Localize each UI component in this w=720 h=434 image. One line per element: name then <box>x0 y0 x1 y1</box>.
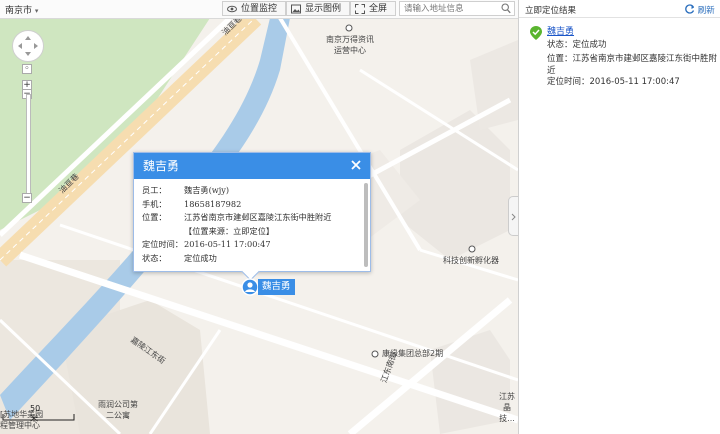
result-time: 定位时间：2016-05-11 17:00:47 <box>547 77 680 87</box>
refresh-button[interactable]: 刷新 <box>685 4 715 16</box>
result-panel: 立即定位结果 刷新 魏吉勇 状态：定位成功 位置：江苏省南京市建邺区嘉陵江东街中… <box>518 0 720 434</box>
popup-scrollbar[interactable] <box>364 183 368 267</box>
result-name-link[interactable]: 魏吉勇 <box>547 24 574 37</box>
close-icon[interactable] <box>350 159 362 171</box>
fullscreen-button[interactable]: 全屏 <box>350 1 396 16</box>
map-canvas[interactable]: 油亘巷 油亘巷 嘉陵江东街 江东南街 南京万得资讯运营中心 科技创新孵化器 康缘… <box>0 0 518 434</box>
fullscreen-icon <box>355 4 365 14</box>
panel-divider <box>519 17 720 18</box>
popup-row-time: 定位时间： 2016-05-11 17:00:47 <box>142 239 271 250</box>
info-popup: 魏吉勇 员工： 魏吉勇(wjy) 手机： 18658187982 位置： 江苏省南京市… <box>133 152 371 281</box>
show-legend-button[interactable]: 显示图例 <box>286 1 350 16</box>
map-nav-control[interactable] <box>12 30 44 62</box>
address-search[interactable] <box>399 1 515 16</box>
popup-row-location: 位置： 江苏省南京市建邺区嘉陵江东街中胜附近 <box>142 212 332 223</box>
person-pin-icon <box>241 278 259 296</box>
popup-header: 魏吉勇 <box>134 153 370 179</box>
location-monitor-button[interactable]: 位置监控 <box>222 1 286 16</box>
zoom-out-button[interactable]: − <box>22 193 32 203</box>
popup-body: 员工： 魏吉勇(wjy) 手机： 18658187982 位置： 江苏省南京市建邺区嘉… <box>134 179 370 266</box>
poi-wanderzi[interactable]: 南京万得资讯运营中心 <box>326 34 374 56</box>
popup-title: 魏吉勇 <box>143 159 180 173</box>
result-location: 位置：江苏省南京市建邺区嘉陵江东街中胜附近 <box>547 54 718 76</box>
zoom-locate-button[interactable]: ◦ <box>22 64 32 74</box>
success-pin-icon <box>530 26 542 40</box>
poi-keji[interactable]: 科技创新孵化器 <box>443 255 499 266</box>
scale-ruler-icon <box>2 414 75 421</box>
chevron-down-icon: ▾ <box>34 7 39 15</box>
zoom-slider[interactable] <box>26 94 31 198</box>
pan-arrows-icon <box>18 36 38 56</box>
refresh-icon <box>685 4 695 14</box>
poi-kangyuan[interactable]: 康缘集团总部2期 <box>382 348 443 359</box>
result-status: 状态：定位成功 <box>547 40 607 50</box>
fullscreen-label: 全屏 <box>369 4 388 14</box>
result-panel-title: 立即定位结果 <box>525 6 577 16</box>
city-selector[interactable]: 南京市 ▾ <box>5 3 38 16</box>
sidebar-toggle-button[interactable] <box>508 196 518 236</box>
poi-jiangsu[interactable]: 江苏晶技... <box>498 391 516 424</box>
chevron-right-icon <box>511 213 516 221</box>
popup-row-source: 【位置来源：立即定位】 <box>184 225 275 236</box>
eye-icon <box>227 5 237 13</box>
popup-row-status: 状态： 定位成功 <box>142 252 217 263</box>
address-search-input[interactable] <box>400 2 498 15</box>
popup-row-employee: 员工： 魏吉勇(wjy) <box>142 185 230 195</box>
map-toolbar: 南京市 ▾ 位置监控 显示图例 全屏 <box>0 0 518 19</box>
marker-label: 魏吉勇 <box>258 279 295 295</box>
image-icon <box>291 4 301 14</box>
search-icon[interactable] <box>501 3 511 14</box>
city-name: 南京市 <box>5 6 33 16</box>
location-monitor-label: 位置监控 <box>241 4 278 14</box>
popup-row-phone: 手机： 18658187982 <box>142 198 242 209</box>
pan-control[interactable] <box>12 30 44 62</box>
poi-yurun[interactable]: 雨润公司第二公寓 <box>96 399 140 421</box>
refresh-label: 刷新 <box>697 6 715 16</box>
show-legend-label: 显示图例 <box>305 4 342 14</box>
